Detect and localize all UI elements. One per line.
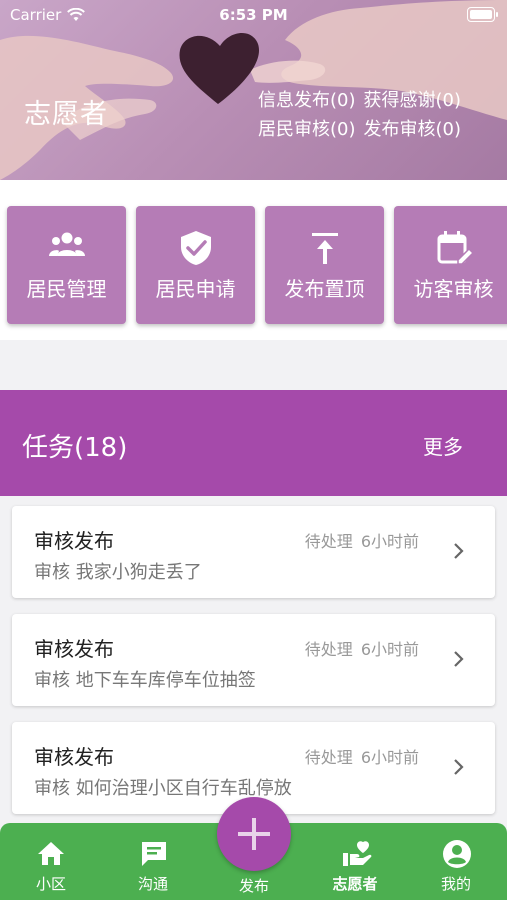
tab-volunteer[interactable]: 志愿者 (315, 823, 395, 900)
battery-icon (467, 7, 498, 22)
volunteer-icon (343, 841, 372, 866)
tile-label: 发布置顶 (284, 277, 365, 301)
tile-visitor-review[interactable]: 访客审核 (394, 206, 507, 324)
calendar-edit-icon (437, 231, 474, 265)
tab-chat[interactable]: 沟通 (113, 823, 193, 900)
tile-publish-pin-top[interactable]: 发布置顶 (265, 206, 384, 324)
chat-icon (142, 842, 166, 866)
chevron-right-icon (454, 651, 464, 667)
quick-actions: 居民管理 居民申请 发布置顶 访客审核 (0, 180, 507, 340)
task-section-title: 任务(18) (22, 433, 128, 463)
tab-label: 我的 (440, 875, 471, 893)
pin-top-icon (312, 233, 338, 264)
stat-thanks-received[interactable]: 获得感谢(0) (364, 86, 462, 115)
shield-check-icon (181, 231, 211, 265)
stat-info-publish[interactable]: 信息发布(0) (258, 86, 356, 115)
task-section-header: 任务(18) 更多 (0, 390, 507, 496)
volunteer-stats: 信息发布(0) 获得感谢(0) 居民审核(0) 发布审核(0) (258, 86, 461, 144)
task-time: 6小时前 (360, 640, 419, 659)
chevron-right-icon (454, 543, 464, 559)
chevron-right-icon (454, 759, 464, 775)
more-link[interactable]: 更多 (423, 431, 463, 460)
task-time: 6小时前 (360, 748, 419, 767)
group-icon (49, 232, 85, 256)
tab-label-publish: 发布 (238, 877, 269, 895)
task-meta: 待处理 6小时前 (305, 528, 419, 552)
account-icon (443, 840, 471, 868)
tile-label: 居民申请 (155, 277, 236, 301)
tab-community[interactable]: 小区 (11, 823, 91, 900)
page-title: 志愿者 (24, 99, 108, 130)
task-description: 审核 地下车车库停车位抽签 (34, 670, 256, 691)
tab-label: 志愿者 (332, 875, 378, 893)
task-title: 审核发布 (34, 745, 114, 769)
stat-publish-review[interactable]: 发布审核(0) (364, 115, 462, 144)
stat-resident-review[interactable]: 居民审核(0) (258, 115, 356, 144)
home-icon (38, 842, 64, 865)
task-card[interactable]: 审核发布 待处理 6小时前 审核 我家小狗走丢了 (12, 506, 495, 598)
tile-resident-management[interactable]: 居民管理 (7, 206, 126, 324)
status-bar: Carrier 6:53 PM (0, 0, 507, 30)
publish-fab-button[interactable] (217, 797, 291, 871)
task-title: 审核发布 (34, 529, 114, 553)
tile-label: 居民管理 (26, 277, 107, 301)
tab-label: 小区 (35, 875, 66, 893)
task-time: 6小时前 (360, 532, 419, 551)
tab-label: 沟通 (137, 875, 168, 893)
tab-me[interactable]: 我的 (416, 823, 496, 900)
task-card[interactable]: 审核发布 待处理 6小时前 审核 地下车车库停车位抽签 (12, 614, 495, 706)
status-time: 6:53 PM (219, 6, 288, 24)
task-status: 待处理 (304, 640, 353, 659)
tile-label: 访客审核 (413, 277, 494, 301)
task-meta: 待处理 6小时前 (305, 636, 419, 660)
header-banner: Carrier 6:53 PM 志愿者 信息发布(0) 获得感谢(0) 居民审核… (0, 0, 507, 180)
task-meta: 待处理 6小时前 (305, 744, 419, 768)
task-status: 待处理 (304, 748, 353, 767)
task-status: 待处理 (304, 532, 353, 551)
task-title: 审核发布 (34, 637, 114, 661)
tile-resident-application[interactable]: 居民申请 (136, 206, 255, 324)
task-description: 审核 我家小狗走丢了 (34, 562, 202, 583)
plus-icon (238, 818, 270, 850)
